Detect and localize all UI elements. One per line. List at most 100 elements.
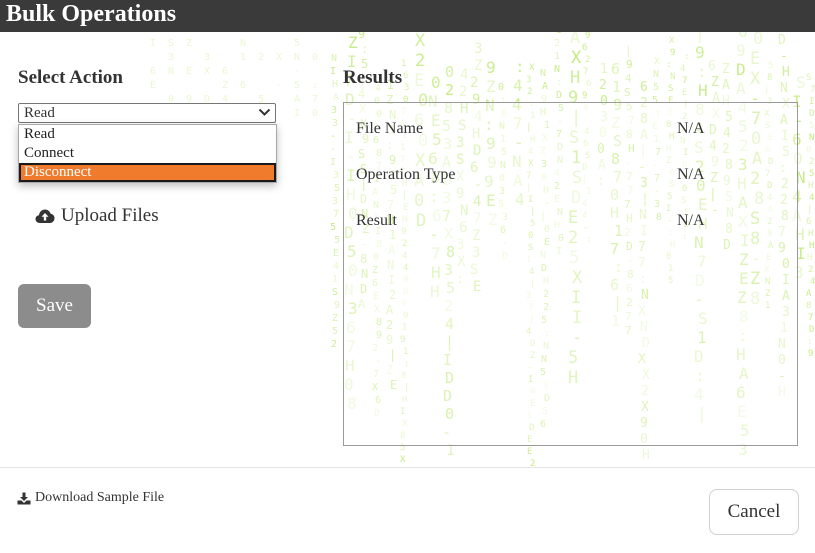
download-sample-link[interactable]: Download Sample File bbox=[17, 490, 164, 506]
svg-text::: : bbox=[684, 52, 689, 62]
svg-text:6: 6 bbox=[611, 60, 620, 78]
svg-text:E: E bbox=[414, 71, 424, 91]
svg-text:H: H bbox=[808, 181, 813, 191]
svg-text:8: 8 bbox=[767, 73, 772, 83]
svg-text:0: 0 bbox=[312, 52, 318, 63]
svg-text:E: E bbox=[150, 80, 156, 91]
svg-text:S: S bbox=[806, 73, 811, 83]
svg-text:N: N bbox=[240, 38, 246, 49]
svg-text:7: 7 bbox=[808, 313, 813, 323]
svg-text:X: X bbox=[276, 52, 282, 63]
svg-text:6: 6 bbox=[708, 59, 716, 74]
svg-text:9: 9 bbox=[358, 32, 365, 41]
svg-text:3: 3 bbox=[526, 75, 531, 85]
svg-text:X: X bbox=[750, 69, 761, 89]
svg-text:1: 1 bbox=[332, 274, 338, 285]
svg-text:Z: Z bbox=[332, 313, 338, 324]
svg-text:E: E bbox=[333, 248, 339, 259]
svg-text:E: E bbox=[682, 88, 687, 98]
svg-text:3: 3 bbox=[332, 118, 338, 129]
upload-files-label: Upload Files bbox=[61, 205, 159, 226]
svg-text:5: 5 bbox=[809, 169, 814, 179]
svg-text::: : bbox=[312, 80, 318, 91]
option-connect[interactable]: Connect bbox=[19, 144, 276, 163]
svg-text:Z: Z bbox=[222, 80, 228, 91]
svg-text:X: X bbox=[529, 63, 535, 73]
svg-text:6: 6 bbox=[240, 80, 246, 91]
svg-text:D: D bbox=[778, 33, 786, 48]
svg-text:X: X bbox=[669, 36, 675, 46]
svg-text:3: 3 bbox=[168, 52, 174, 63]
svg-text:1: 1 bbox=[600, 62, 608, 77]
svg-text:6: 6 bbox=[222, 66, 228, 77]
svg-text:H: H bbox=[698, 81, 708, 100]
svg-text:I: I bbox=[809, 97, 814, 107]
svg-text:9: 9 bbox=[585, 32, 590, 41]
svg-text:N: N bbox=[554, 64, 560, 75]
svg-text:3: 3 bbox=[204, 52, 210, 63]
save-button[interactable]: Save bbox=[18, 284, 91, 328]
chevron-down-icon bbox=[258, 108, 271, 116]
svg-text::: : bbox=[807, 337, 812, 347]
svg-text:8: 8 bbox=[312, 32, 318, 35]
svg-text:9: 9 bbox=[334, 300, 340, 311]
svg-text:2: 2 bbox=[530, 459, 535, 467]
svg-text:|: | bbox=[695, 32, 705, 43]
svg-text:3: 3 bbox=[332, 196, 338, 207]
svg-text:H: H bbox=[570, 68, 580, 88]
svg-text:Z: Z bbox=[348, 33, 358, 52]
svg-text:A: A bbox=[294, 94, 300, 105]
svg-text:5: 5 bbox=[334, 235, 340, 246]
svg-text:5: 5 bbox=[294, 38, 300, 49]
svg-text:7: 7 bbox=[312, 94, 318, 105]
svg-text:S: S bbox=[624, 86, 631, 99]
svg-text:E: E bbox=[527, 447, 532, 457]
svg-text:A: A bbox=[570, 32, 580, 48]
cancel-button[interactable]: Cancel bbox=[709, 489, 799, 535]
svg-text::: : bbox=[515, 57, 525, 76]
svg-text:I: I bbox=[330, 66, 336, 77]
svg-text:X: X bbox=[654, 56, 660, 67]
svg-text:8: 8 bbox=[806, 301, 811, 311]
svg-text:X: X bbox=[400, 455, 406, 465]
svg-text:2: 2 bbox=[554, 38, 560, 49]
results-heading: Results bbox=[343, 67, 403, 88]
file-name-label: File Name bbox=[356, 120, 424, 137]
upload-files-button[interactable]: Upload Files bbox=[35, 205, 159, 227]
svg-text:5: 5 bbox=[332, 326, 338, 337]
svg-text:N: N bbox=[780, 81, 788, 96]
svg-text::: : bbox=[666, 60, 671, 70]
svg-text:H: H bbox=[809, 241, 814, 251]
svg-text:3: 3 bbox=[474, 41, 482, 57]
svg-text:3: 3 bbox=[333, 170, 339, 181]
svg-text:6: 6 bbox=[640, 80, 648, 95]
svg-text:H: H bbox=[332, 79, 338, 90]
svg-text:I: I bbox=[294, 108, 300, 119]
svg-text:H: H bbox=[642, 448, 650, 463]
svg-text:-: - bbox=[294, 66, 300, 77]
svg-text::: : bbox=[556, 77, 562, 88]
svg-text:4: 4 bbox=[513, 76, 523, 95]
svg-text:9: 9 bbox=[695, 43, 705, 62]
svg-text:2: 2 bbox=[331, 339, 337, 350]
svg-text:A: A bbox=[722, 78, 730, 93]
option-read[interactable]: Read bbox=[19, 125, 276, 144]
svg-text:2: 2 bbox=[258, 52, 264, 63]
cloud-upload-icon bbox=[35, 209, 55, 223]
action-select[interactable]: Read bbox=[18, 103, 276, 123]
svg-text:1: 1 bbox=[294, 32, 300, 35]
svg-text:2: 2 bbox=[459, 84, 467, 100]
svg-text:0: 0 bbox=[445, 63, 454, 81]
option-disconnect[interactable]: Disconnect bbox=[19, 163, 276, 182]
svg-text:4: 4 bbox=[258, 32, 264, 35]
svg-text:Z: Z bbox=[711, 75, 719, 90]
svg-text:6: 6 bbox=[806, 217, 811, 227]
operation-type-value: N/A bbox=[677, 166, 705, 183]
svg-text:A: A bbox=[333, 92, 339, 103]
svg-text:A: A bbox=[806, 289, 812, 299]
svg-text:0: 0 bbox=[498, 82, 504, 93]
svg-text:E: E bbox=[750, 49, 760, 69]
svg-text:9: 9 bbox=[486, 58, 496, 77]
svg-text:2: 2 bbox=[470, 75, 478, 91]
svg-text:5: 5 bbox=[809, 121, 814, 131]
